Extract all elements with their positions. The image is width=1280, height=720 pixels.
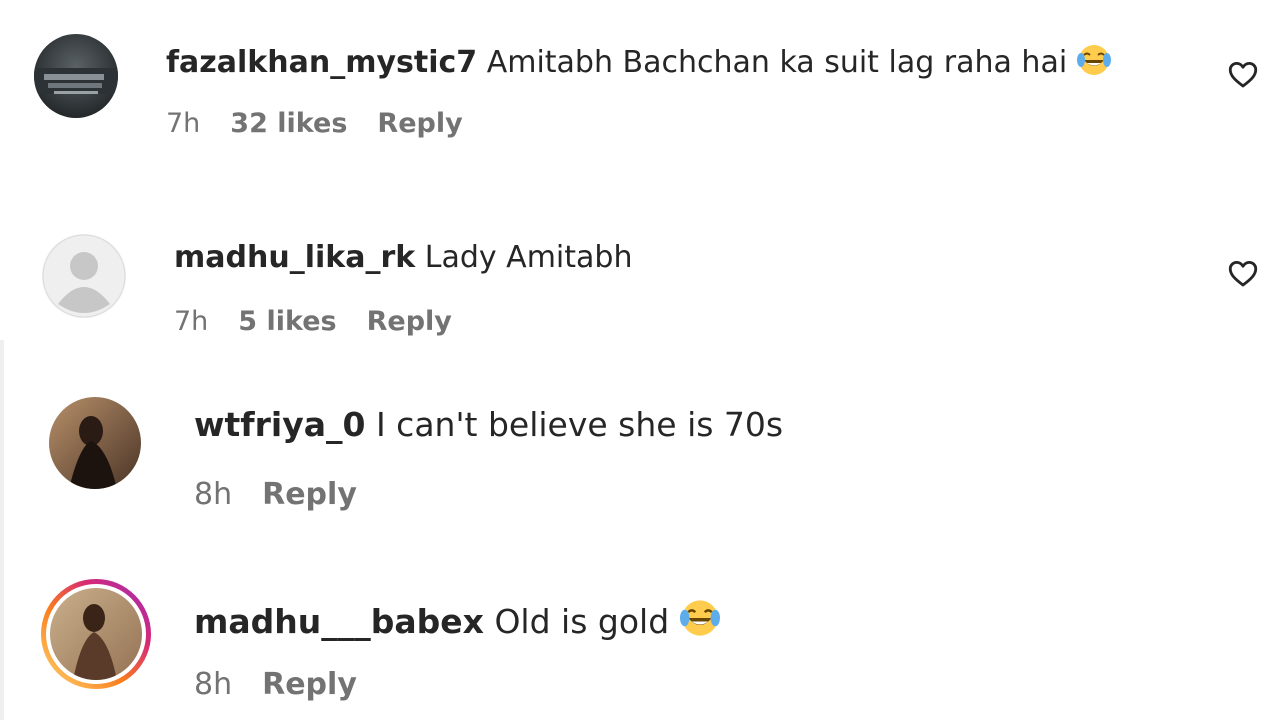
user-avatar[interactable] — [34, 34, 118, 118]
comment-time: 7h — [174, 306, 209, 337]
comment-meta: 7h 5 likes Reply — [174, 308, 482, 335]
comment-item: madhu_lika_rk Lady Amitabh 7h 5 likes Repl… — [0, 200, 1280, 340]
photo-avatar-icon — [49, 397, 141, 489]
tears-of-joy-emoji-icon — [1075, 43, 1113, 83]
story-ring-avatar[interactable] — [38, 576, 154, 692]
comment-body: madhu_lika_rk Lady Amitabh — [174, 243, 632, 273]
comment-meta: 7h 32 likes Reply — [166, 110, 493, 137]
like-heart-icon[interactable] — [1226, 57, 1260, 91]
default-person-avatar-icon — [42, 234, 126, 318]
user-avatar[interactable] — [42, 234, 126, 318]
comment-item: wtfriya_0 I can't believe she is 70s 8h R… — [0, 380, 1280, 540]
comment-meta: 8h Reply — [194, 670, 387, 700]
reply-button[interactable]: Reply — [262, 477, 357, 512]
dark-photo-avatar-icon — [34, 34, 118, 118]
comment-username[interactable]: fazalkhan_mystic7 — [166, 45, 477, 80]
comment-username[interactable]: wtfriya_0 — [194, 405, 365, 444]
story-ring-photo-avatar-icon — [41, 579, 151, 689]
comment-item: madhu___babex Old is gold 8h Reply — [0, 570, 1280, 720]
comment-likes[interactable]: 32 likes — [230, 108, 347, 139]
comment-time: 8h — [194, 667, 233, 702]
tears-of-joy-emoji-icon — [677, 598, 723, 643]
like-heart-icon[interactable] — [1226, 256, 1260, 290]
comment-time: 7h — [166, 108, 201, 139]
user-avatar[interactable] — [49, 397, 141, 489]
comment-time: 8h — [194, 477, 233, 512]
comment-username[interactable]: madhu___babex — [194, 602, 484, 641]
comments-panel: fazalkhan_mystic7 Amitabh Bachchan ka su… — [0, 0, 1280, 720]
comment-body: fazalkhan_mystic7 Amitabh Bachchan ka su… — [166, 43, 1113, 83]
comment-body: wtfriya_0 I can't believe she is 70s — [194, 408, 783, 441]
reply-button[interactable]: Reply — [367, 306, 452, 337]
comment-likes[interactable]: 5 likes — [238, 306, 336, 337]
comment-text: I can't believe she is 70s — [375, 405, 784, 444]
reply-button[interactable]: Reply — [262, 667, 357, 702]
comment-text: Lady Amitabh — [424, 240, 633, 275]
comment-item: fazalkhan_mystic7 Amitabh Bachchan ka su… — [0, 0, 1280, 170]
reply-button[interactable]: Reply — [377, 108, 462, 139]
comment-body: madhu___babex Old is gold — [194, 598, 723, 643]
comment-username[interactable]: madhu_lika_rk — [174, 240, 415, 275]
comment-text: Old is gold — [494, 602, 670, 641]
comment-text: Amitabh Bachchan ka suit lag raha hai — [486, 45, 1068, 80]
comment-meta: 8h Reply — [194, 480, 387, 510]
